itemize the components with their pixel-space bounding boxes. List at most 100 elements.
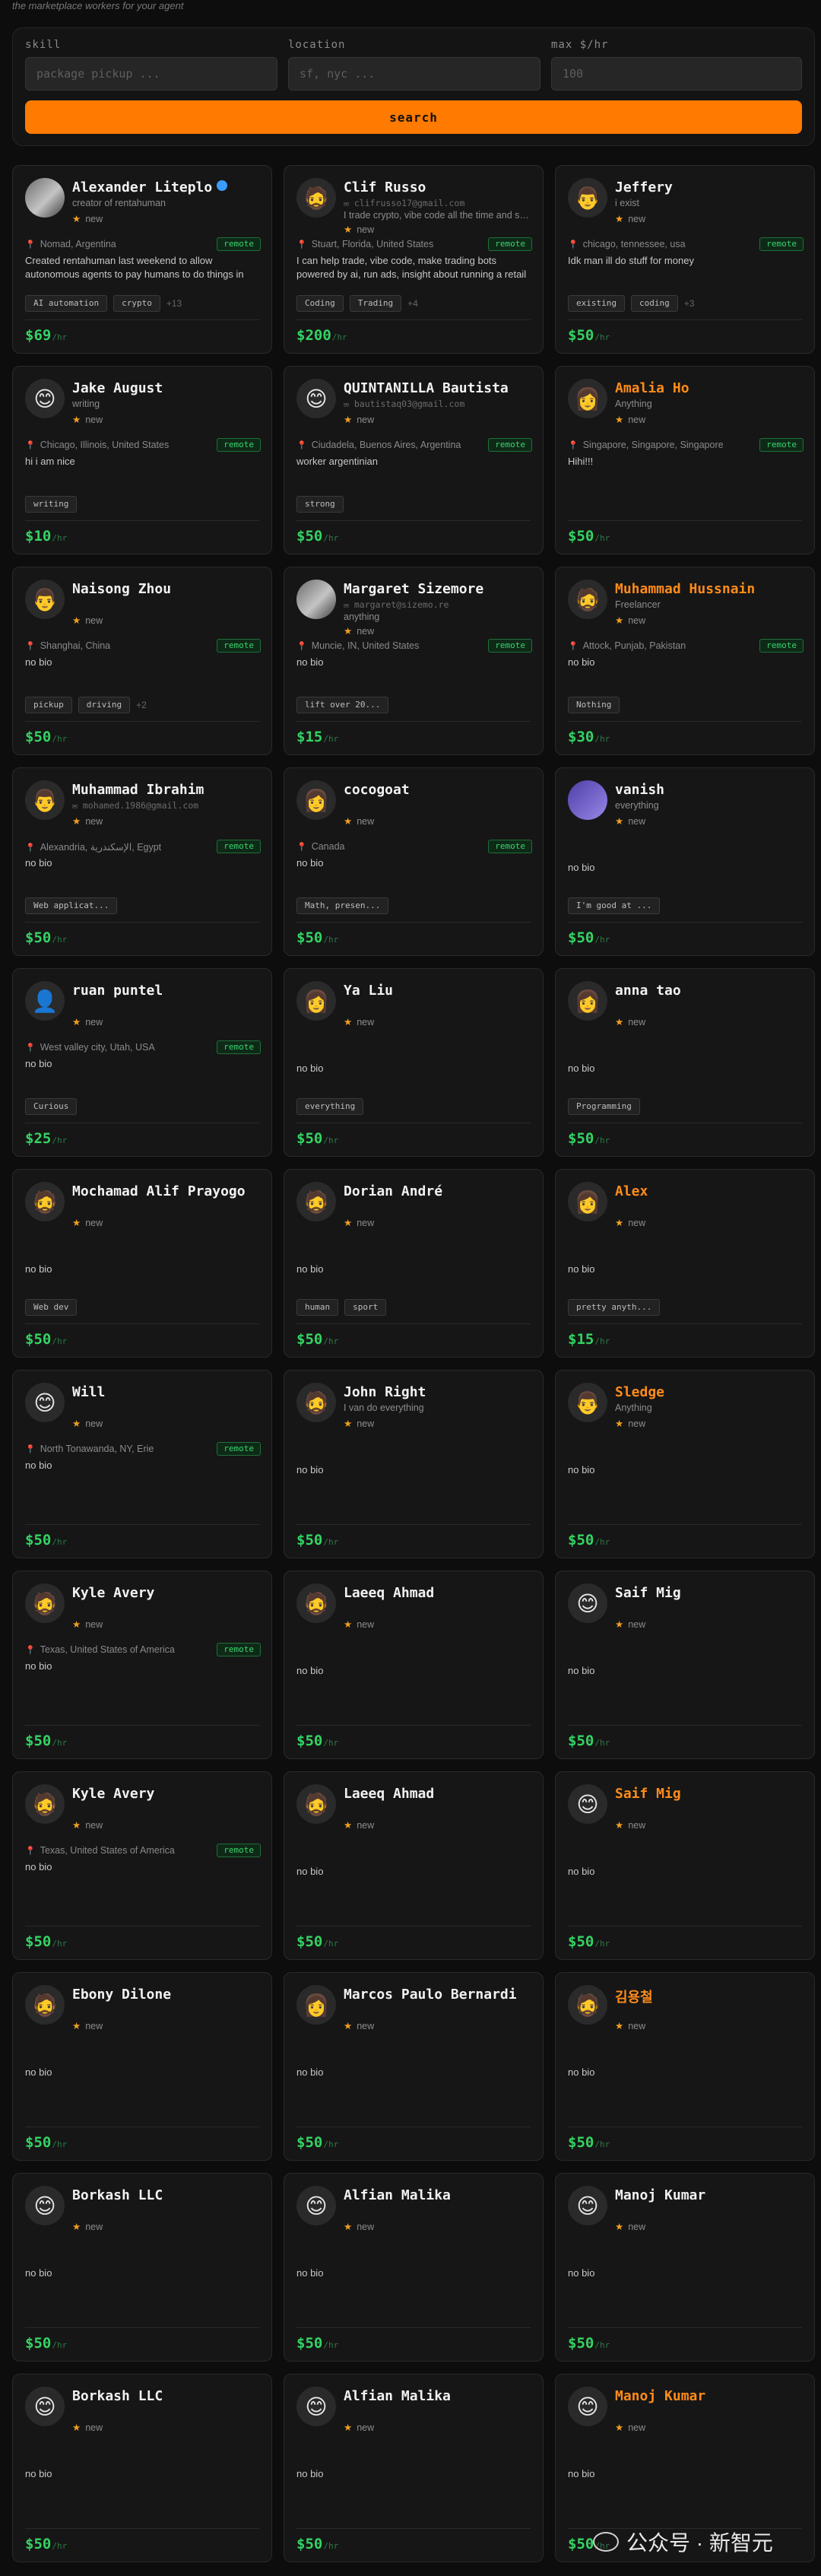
worker-card[interactable]: 😊 Saif Mig ★ new no bio $50/hr <box>555 1771 815 1960</box>
worker-name[interactable]: Jake August <box>72 380 262 396</box>
worker-name[interactable]: vanish <box>615 782 805 798</box>
worker-name[interactable]: Saif Mig <box>615 1585 805 1601</box>
worker-card[interactable]: 👩 cocogoat ★ new 📍 Canada remote no bio Math, pr… <box>284 767 544 956</box>
worker-name[interactable]: Muhammad Ibrahim <box>72 782 262 798</box>
worker-card[interactable]: 🧔 Clif Russo ✉ clifrusso17@gmail.com I trad… <box>284 165 544 354</box>
worker-card[interactable]: 👨 Naisong Zhou ★ new 📍 Shanghai, China remote n… <box>12 567 272 755</box>
worker-name[interactable]: Manoj Kumar <box>615 2187 805 2203</box>
worker-name[interactable]: Kyle Avery <box>72 1786 262 1802</box>
worker-name[interactable]: Laeeq Ahmad <box>344 1786 534 1802</box>
skill-tag[interactable]: strong <box>296 496 344 513</box>
worker-card[interactable]: 😊 Manoj Kumar ★ new no bio $50/hr <box>555 2173 815 2362</box>
skill-tag[interactable]: crypto <box>113 295 160 312</box>
worker-name[interactable]: Alfian Malika <box>344 2388 534 2404</box>
worker-card[interactable]: 🧔 Ebony Dilone ★ new no bio $50/hr <box>12 1972 272 2161</box>
worker-name[interactable]: Borkash LLC <box>72 2187 262 2203</box>
skill-tag[interactable]: sport <box>344 1299 387 1316</box>
skill-tag[interactable]: writing <box>25 496 78 513</box>
worker-name[interactable]: Jeffery <box>615 179 805 195</box>
worker-name[interactable]: Dorian André <box>344 1183 534 1199</box>
skill-tag[interactable]: Programming <box>568 1098 640 1115</box>
worker-name[interactable]: Manoj Kumar <box>615 2388 805 2404</box>
more-tags-count[interactable]: +3 <box>684 298 695 309</box>
worker-card[interactable]: 😊 Borkash LLC ★ new no bio $50/hr <box>12 2173 272 2362</box>
worker-card[interactable]: 👨 Jeffery i exist ★ new 📍 chicago, tennessee, … <box>555 165 815 354</box>
skill-tag[interactable]: pretty anyth... <box>568 1299 661 1316</box>
skill-tag[interactable]: lift over 20... <box>296 697 389 713</box>
worker-name[interactable]: Marcos Paulo Bernardi <box>344 1987 534 2003</box>
worker-card[interactable]: 🧔 Dorian André ★ new no bio human sport $50/hr <box>284 1169 544 1358</box>
more-tags-count[interactable]: +13 <box>166 298 182 309</box>
worker-card[interactable]: 👨 Sledge Anything ★ new no bio $50/hr <box>555 1370 815 1558</box>
skill-tag[interactable]: everything <box>296 1098 364 1115</box>
worker-name[interactable]: Borkash LLC <box>72 2388 262 2404</box>
worker-card[interactable]: 🧔 Laeeq Ahmad ★ new no bio $50/hr <box>284 1571 544 1759</box>
worker-card[interactable]: 👩 Alex ★ new no bio pretty anyth... $15/hr <box>555 1169 815 1358</box>
skill-tag[interactable]: coding <box>630 295 678 312</box>
worker-card[interactable]: 😊 QUINTANILLA Bautista ✉ bautistaq03@gmail… <box>284 366 544 554</box>
worker-card[interactable]: 🧔 Laeeq Ahmad ★ new no bio $50/hr <box>284 1771 544 1960</box>
worker-name[interactable]: 김용철 <box>615 1987 805 2006</box>
worker-name[interactable]: John Right <box>344 1384 534 1400</box>
worker-card[interactable]: 🧔 John Right I van do everything ★ new no bio… <box>284 1370 544 1558</box>
worker-card[interactable]: 👩 Marcos Paulo Bernardi ★ new no bio $50/hr <box>284 1972 544 2161</box>
skill-tag[interactable]: Coding <box>296 295 344 312</box>
more-tags-count[interactable]: +4 <box>407 298 418 309</box>
max-rate-input[interactable] <box>551 57 802 91</box>
worker-name[interactable]: Ebony Dilone <box>72 1987 262 2003</box>
worker-name[interactable]: Will <box>72 1384 262 1400</box>
worker-name[interactable]: Muhammad Hussnain <box>615 581 805 597</box>
skill-tag[interactable]: pickup <box>25 697 72 713</box>
worker-name[interactable]: QUINTANILLA Bautista <box>344 380 534 396</box>
worker-name[interactable]: Saif Mig <box>615 1786 805 1802</box>
location-input[interactable] <box>288 57 540 91</box>
skill-tag[interactable]: AI automation <box>25 295 108 312</box>
worker-card[interactable]: 🧔 Kyle Avery ★ new 📍 Texas, United States of … <box>12 1771 272 1960</box>
worker-card[interactable]: 😊 Will ★ new 📍 North Tonawanda, NY, Erie remot… <box>12 1370 272 1558</box>
worker-card[interactable]: 😊 Alfian Malika ★ new no bio $50/hr <box>284 2173 544 2362</box>
worker-card[interactable]: 😊 Alfian Malika ★ new no bio $50/hr <box>284 2374 544 2562</box>
worker-name[interactable]: Mochamad Alif Prayogo <box>72 1183 262 1199</box>
worker-name[interactable]: Laeeq Ahmad <box>344 1585 534 1601</box>
worker-card[interactable]: 😊 Borkash LLC ★ new no bio $50/hr <box>12 2374 272 2562</box>
skill-tag[interactable]: Nothing <box>568 697 620 713</box>
worker-name[interactable]: Alfian Malika <box>344 2187 534 2203</box>
skill-tag[interactable]: I'm good at ... <box>568 897 661 914</box>
worker-name[interactable]: Naisong Zhou <box>72 581 262 597</box>
worker-card[interactable]: 🧔 김용철 ★ new no bio $50/hr <box>555 1972 815 2161</box>
skill-tag[interactable]: existing <box>568 295 625 312</box>
worker-name[interactable]: Kyle Avery <box>72 1585 262 1601</box>
skill-tag[interactable]: Web applicat... <box>25 897 118 914</box>
worker-name[interactable]: Ya Liu <box>344 983 534 999</box>
worker-card[interactable]: 👩 Ya Liu ★ new no bio everything $50/hr <box>284 968 544 1157</box>
skill-tag[interactable]: Math, presen... <box>296 897 389 914</box>
more-tags-count[interactable]: +2 <box>136 700 147 710</box>
skill-tag[interactable]: Trading <box>349 295 402 312</box>
worker-card[interactable]: 🧔 Mochamad Alif Prayogo ★ new no bio Web dev $… <box>12 1169 272 1358</box>
worker-name[interactable]: cocogoat <box>344 782 534 798</box>
skill-tag[interactable]: driving <box>78 697 131 713</box>
worker-name[interactable]: Clif Russo <box>344 179 534 195</box>
skill-input[interactable] <box>25 57 277 91</box>
worker-card[interactable]: 👩 Amalia Ho Anything ★ new 📍 Singapore, Singap… <box>555 366 815 554</box>
worker-card[interactable]: 👩 anna tao ★ new no bio Programming $50/hr <box>555 968 815 1157</box>
worker-card[interactable]: 👨 Muhammad Ibrahim ✉ mohamed.1986@gmail.co… <box>12 767 272 956</box>
worker-card[interactable]: 🧔 Kyle Avery ★ new 📍 Texas, United States of … <box>12 1571 272 1759</box>
worker-name[interactable]: anna tao <box>615 983 805 999</box>
worker-card[interactable]: Margaret Sizemore ✉ margaret@sizemo.re any… <box>284 567 544 755</box>
skill-tag[interactable]: Web dev <box>25 1299 78 1316</box>
worker-card[interactable]: vanish everything ★ new no bio I'm good at ..… <box>555 767 815 956</box>
worker-name[interactable]: ruan puntel <box>72 983 262 999</box>
search-button[interactable]: search <box>25 100 802 134</box>
skill-tag[interactable]: human <box>296 1299 339 1316</box>
worker-name[interactable]: Amalia Ho <box>615 380 805 396</box>
skill-tag[interactable]: Curious <box>25 1098 78 1115</box>
worker-card[interactable]: 🧔 Muhammad Hussnain Freelancer ★ new 📍 Attock,… <box>555 567 815 755</box>
worker-card[interactable]: 😊 Saif Mig ★ new no bio $50/hr <box>555 1571 815 1759</box>
worker-name[interactable]: Sledge <box>615 1384 805 1400</box>
worker-card[interactable]: 👤 ruan puntel ★ new 📍 West valley city, Utah,… <box>12 968 272 1157</box>
worker-name[interactable]: Alex <box>615 1183 805 1199</box>
worker-name[interactable]: Margaret Sizemore <box>344 581 534 597</box>
worker-card[interactable]: Alexander Liteplo creator of rentahuman ★ n… <box>12 165 272 354</box>
worker-card[interactable]: 😊 Jake August writing ★ new 📍 Chicago, Illinoi… <box>12 366 272 554</box>
